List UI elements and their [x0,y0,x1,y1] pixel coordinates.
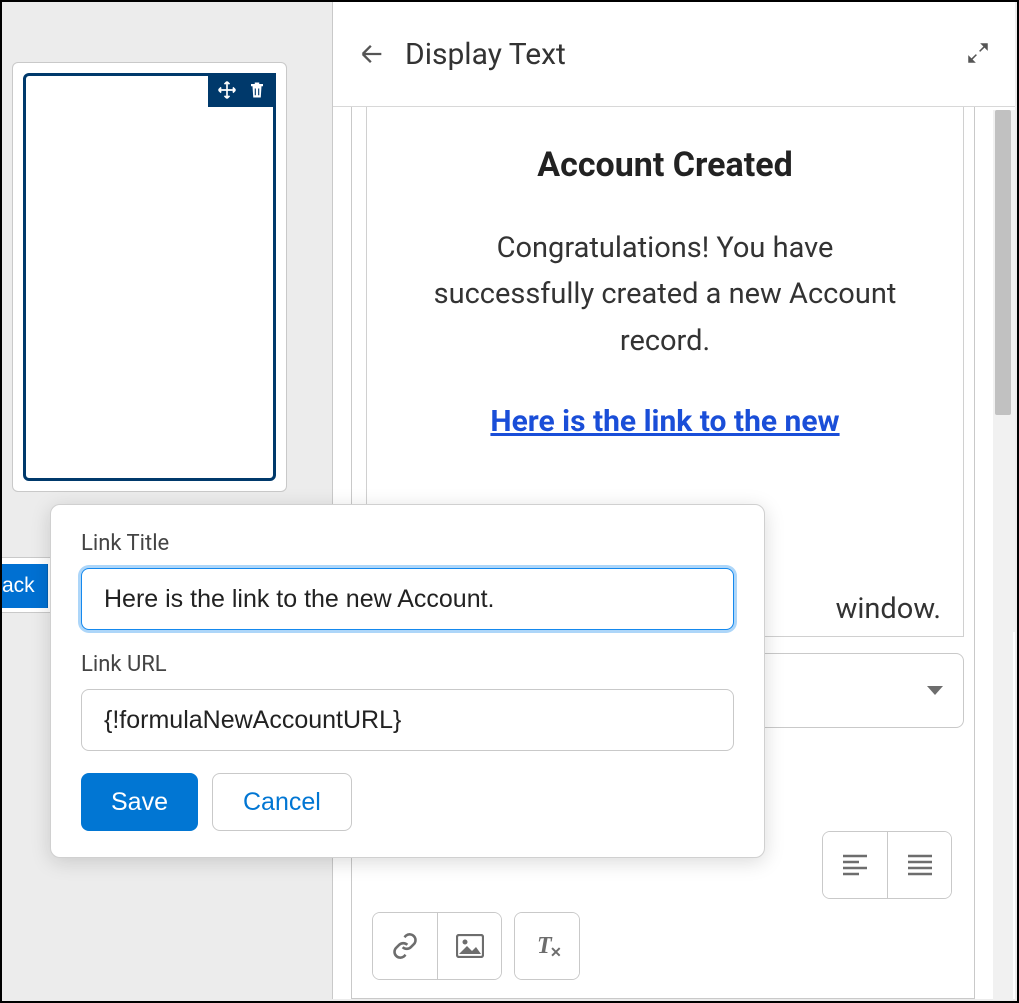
back-arrow-icon[interactable] [357,39,387,69]
svg-text:✕: ✕ [550,944,561,959]
insert-toolbar: T ✕ [366,912,964,980]
insert-link-button[interactable] [373,913,437,979]
preview-body: Congratulations! You have successfully c… [417,225,913,364]
back-button[interactable]: ack [2,564,48,608]
preview-heading: Account Created [417,145,913,185]
expand-icon[interactable] [965,40,993,68]
move-icon[interactable] [216,79,238,101]
link-url-input[interactable] [81,689,734,751]
left-bottom-bar: ack [2,557,56,613]
clear-format-button[interactable]: T ✕ [515,913,579,979]
link-title-input[interactable] [81,568,734,630]
preview-fragment: window. [836,592,941,626]
delete-icon[interactable] [246,79,268,101]
align-left-button[interactable] [823,832,887,898]
link-url-label: Link URL [81,652,734,677]
chevron-down-icon [925,684,945,698]
canvas-panel [12,62,287,492]
panel-title: Display Text [405,37,566,72]
panel-scrollbar[interactable] [993,110,1013,1000]
panel-scroll-thumb[interactable] [995,110,1011,415]
save-button[interactable]: Save [81,773,198,831]
selected-component[interactable] [23,73,276,481]
component-toolbar [208,73,276,107]
link-popover: Link Title Link URL Save Cancel [50,504,765,858]
cancel-button[interactable]: Cancel [212,773,352,831]
align-justify-button[interactable] [887,832,951,898]
panel-header: Display Text [333,2,1015,107]
preview-link[interactable]: Here is the link to the new [490,404,839,439]
link-title-label: Link Title [81,531,734,556]
insert-image-button[interactable] [437,913,501,979]
